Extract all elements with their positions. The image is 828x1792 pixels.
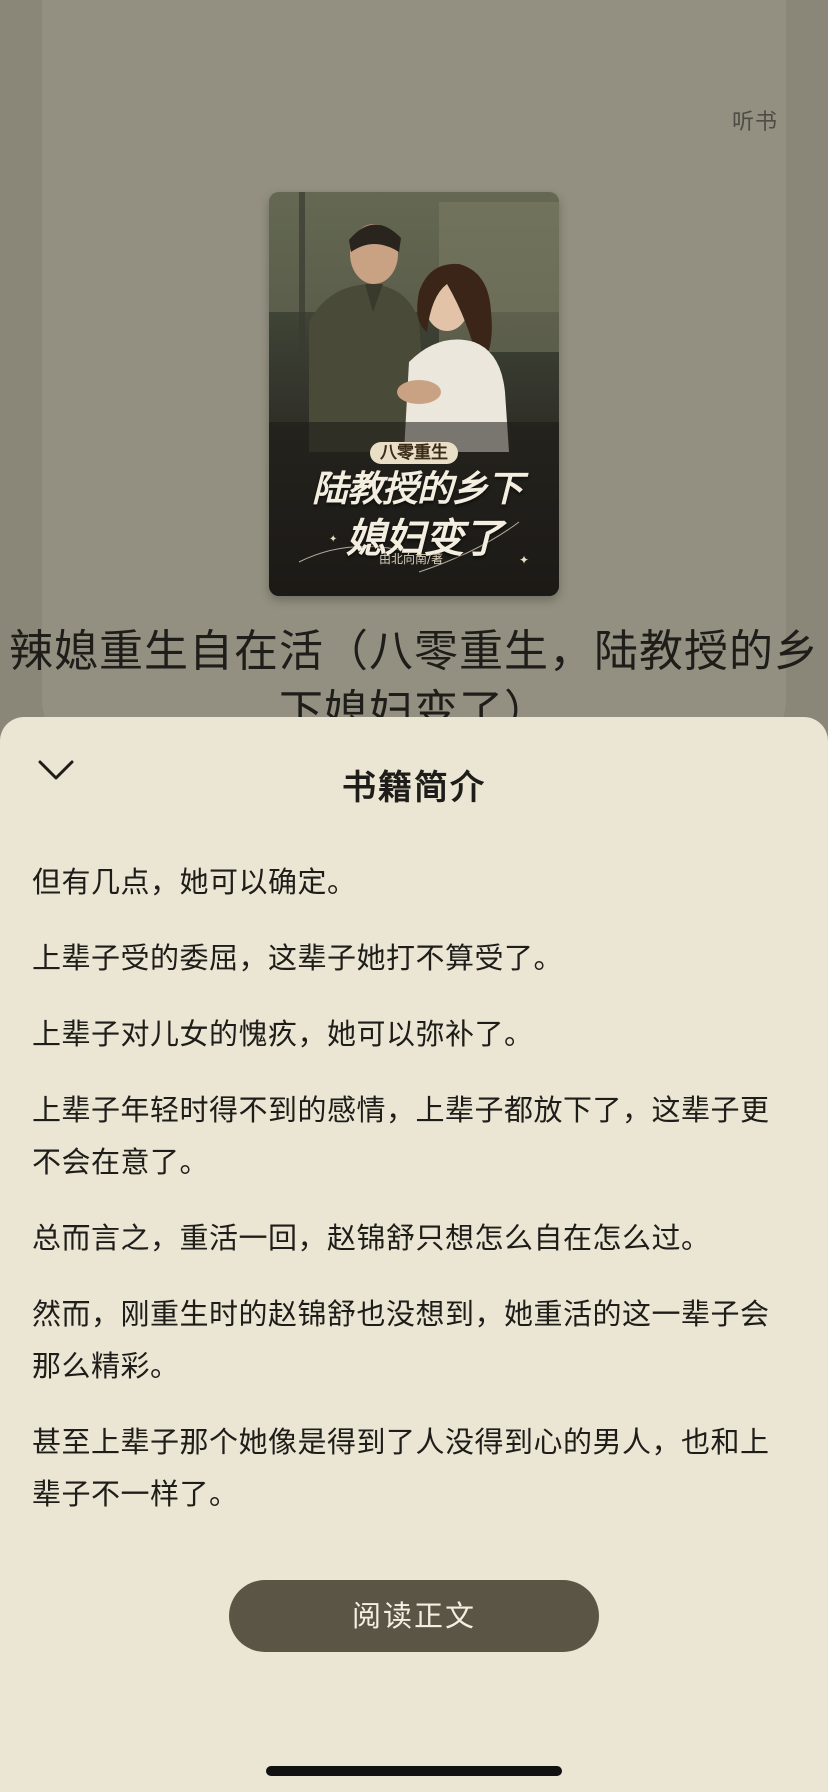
intro-paragraph: 总而言之，重活一回，赵锦舒只想怎么自在怎么过。 bbox=[32, 1221, 711, 1255]
intro-paragraph: 上辈子受的委屈，这辈子她打不算受了。 bbox=[32, 941, 564, 975]
read-text-button[interactable]: 阅读正文 bbox=[229, 1580, 599, 1652]
intro-paragraph: 甚至上辈子那个她像是得到了人没得到心的男人，也和上辈子不一样了。 bbox=[32, 1425, 770, 1511]
sheet-title: 书籍简介 bbox=[342, 768, 486, 808]
listen-button[interactable]: 听书 bbox=[732, 104, 778, 136]
intro-paragraph: 上辈子对儿女的愧疚，她可以弥补了。 bbox=[32, 1017, 534, 1051]
home-indicator[interactable] bbox=[266, 1766, 562, 1776]
intro-paragraph: 然而，刚重生时的赵锦舒也没想到，她重活的这一辈子会那么精彩。 bbox=[32, 1297, 770, 1383]
cover-title-line-1: 陆教授的乡下 bbox=[311, 468, 523, 510]
intro-paragraph: 上辈子年轻时得不到的感情，上辈子都放下了，这辈子更不会在意了。 bbox=[32, 1093, 770, 1179]
cover-author-credit: 由北向南/著 bbox=[379, 552, 444, 566]
book-cover: ✦ ✦ 八零重生 陆教授的乡下 媳妇变了 由北向南/著 bbox=[269, 192, 559, 596]
book-introduction: 但有几点，她可以确定。 上辈子受的委屈，这辈子她打不算受了。 上辈子对儿女的愧疚… bbox=[32, 856, 782, 1544]
intro-paragraph: 但有几点，她可以确定。 bbox=[32, 865, 357, 899]
